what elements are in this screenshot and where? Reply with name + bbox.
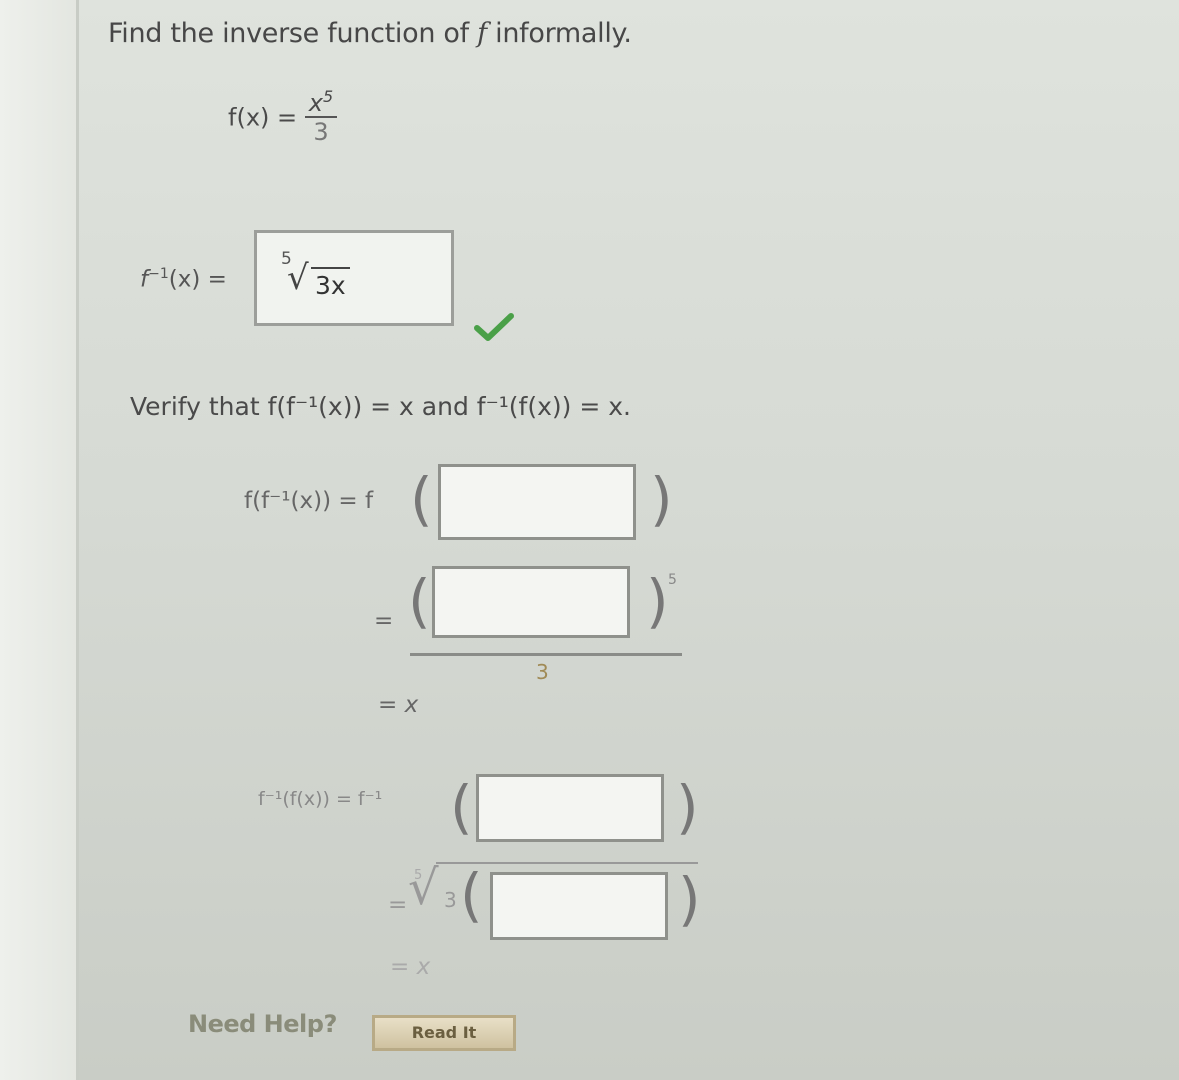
step2-result: = x [390, 954, 431, 980]
verify-instruction: Verify that f(f⁻¹(x)) = x and f⁻¹(f(x)) … [130, 392, 631, 421]
step2-open-paren-2: ( [460, 861, 483, 929]
correct-check-icon [474, 313, 514, 341]
step1-denominator: 3 [536, 660, 549, 684]
step2-input-1[interactable] [476, 774, 664, 842]
step2-coef: 3 [444, 888, 457, 912]
step2-radical-sign: √ [408, 860, 439, 916]
step2-close-paren: ) [676, 773, 699, 841]
step2-close-paren-2: ) [678, 865, 701, 933]
inverse-answer-field[interactable]: 5 √ 3x [254, 230, 454, 326]
step1-result: = x [378, 692, 419, 718]
step2-lhs: f⁻¹(f(x)) = f⁻¹ [258, 788, 383, 810]
margin-divider [76, 0, 79, 1080]
given-function: f(x) = x5 3 [228, 88, 338, 147]
step1-close-paren-2: ) [646, 567, 669, 635]
question-title: Find the inverse function of f informall… [108, 18, 632, 49]
step1-input-1[interactable] [438, 464, 636, 540]
read-it-button[interactable]: Read It [372, 1015, 516, 1051]
step1-exponent: 5 [668, 572, 677, 588]
step2-input-2[interactable] [490, 872, 668, 940]
step1-fraction-bar [410, 653, 682, 656]
step1-equals: = [374, 608, 394, 634]
given-lhs: f(x) = [228, 103, 298, 132]
need-help-label: Need Help? [188, 1010, 337, 1038]
step1-open-paren: ( [410, 465, 433, 533]
page-left-margin [0, 0, 78, 1080]
given-fraction: x5 3 [304, 88, 338, 147]
inverse-label: f−1(x) = [140, 266, 227, 293]
step2-open-paren: ( [450, 773, 473, 841]
step1-close-paren: ) [650, 465, 673, 533]
step2-equals: = [388, 892, 408, 918]
step1-lhs: f(f⁻¹(x)) = f [244, 488, 374, 514]
step1-input-2[interactable] [432, 566, 630, 638]
step1-open-paren-2: ( [408, 567, 431, 635]
